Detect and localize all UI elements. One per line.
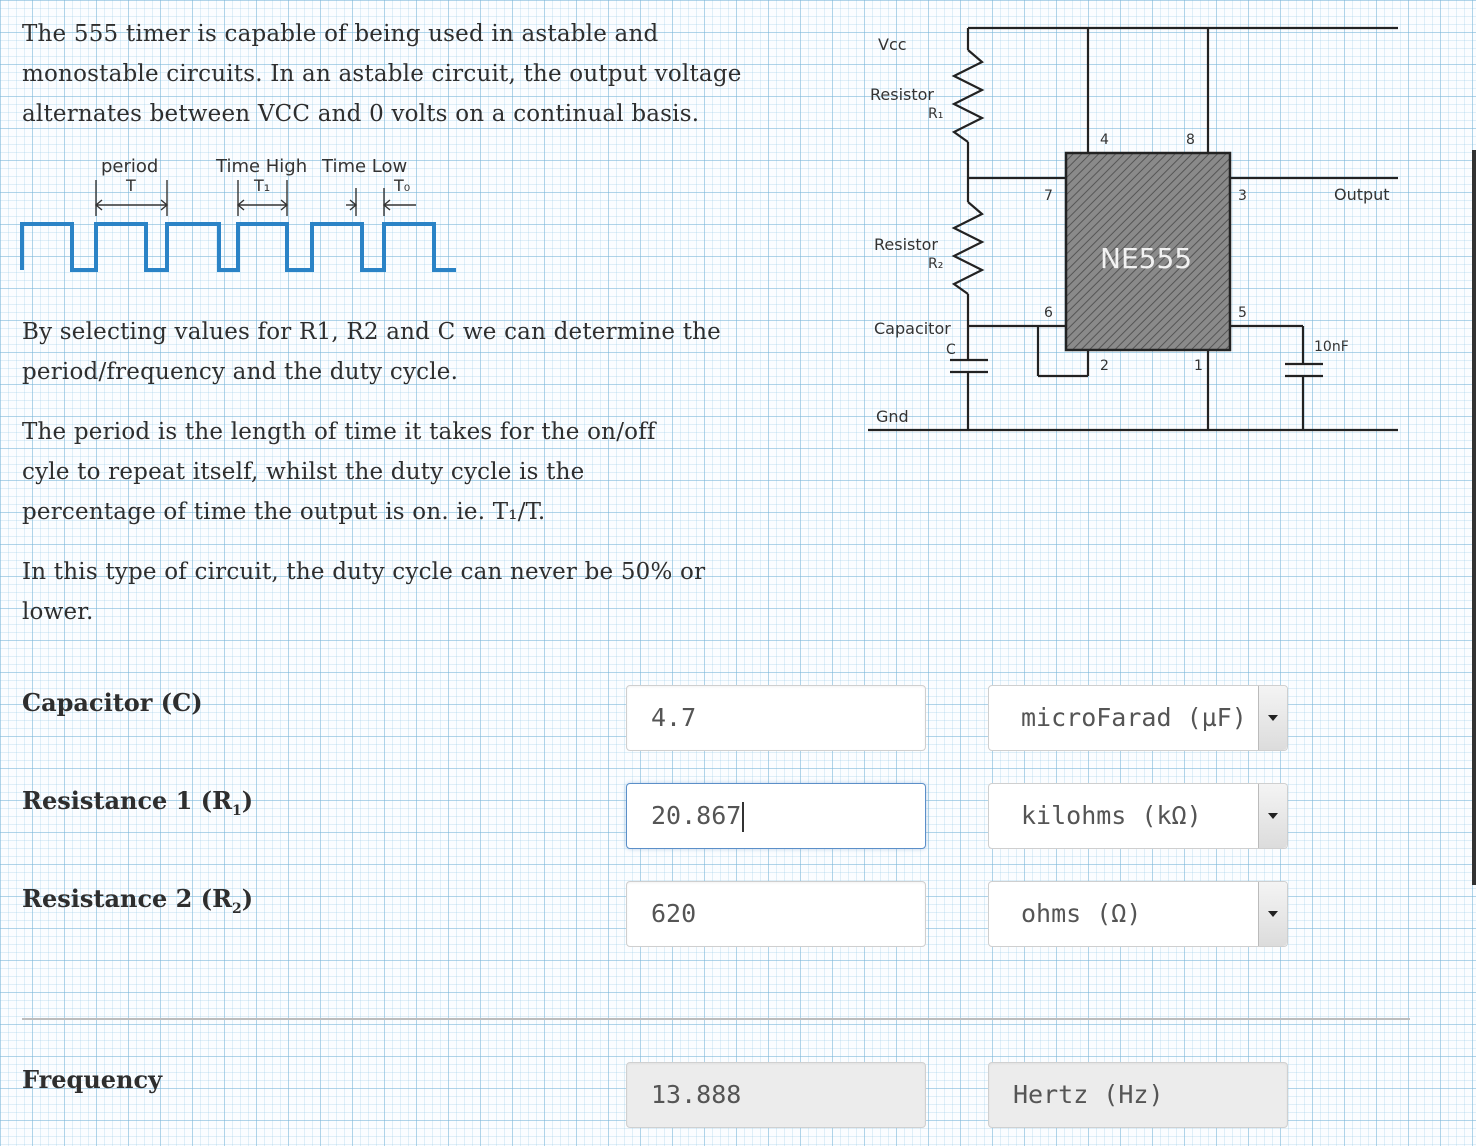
resistance1-label-suffix: ) (241, 786, 254, 815)
square-wave-diagram: period T Time High T₁ Time Low T₀ (20, 156, 456, 272)
gnd-label: Gnd (876, 407, 909, 426)
pin-4-label: 4 (1100, 132, 1109, 148)
selection-line-2: period/frequency and the duty cycle. (22, 359, 459, 385)
resistance1-unit-select[interactable]: kilohms (kΩ) (988, 783, 1288, 849)
capacitor-value: 4.7 (651, 703, 697, 732)
time-low-label: Time Low (321, 156, 407, 177)
square-wave (20, 222, 456, 272)
resistor2-symbol (951, 201, 985, 295)
pin-1-label: 1 (1194, 358, 1203, 374)
time-low-symbol: T₀ (393, 176, 410, 195)
resistance1-label: Resistance 1 (R1) (22, 786, 253, 819)
time-high-symbol: T₁ (253, 176, 270, 195)
capacitor-input[interactable]: 4.7 (626, 685, 926, 751)
capacitor-unit-value: microFarad (µF) (1021, 703, 1247, 732)
frequency-output: 13.888 (626, 1062, 926, 1128)
selection-line-1: By selecting values for R1, R2 and C we … (22, 319, 721, 345)
section-divider (22, 1018, 1410, 1020)
duty-line-2: lower. (22, 599, 94, 625)
period-line-2: cyle to repeat itself, whilst the duty c… (22, 459, 585, 485)
resistance2-label-suffix: ) (241, 884, 254, 913)
capacitor-symbol-label: C (946, 342, 956, 358)
selection-paragraph: By selecting values for R1, R2 and C we … (22, 312, 812, 392)
capacitor-label: Capacitor (C) (22, 688, 203, 717)
pin-3-label: 3 (1238, 188, 1247, 204)
pin-6-label: 6 (1044, 305, 1053, 321)
resistance2-label: Resistance 2 (R2) (22, 884, 253, 917)
resistance2-unit-select[interactable]: ohms (Ω) (988, 881, 1288, 947)
intro-paragraph: The 555 timer is capable of being used i… (22, 14, 812, 134)
resistor1-label: Resistor (870, 85, 934, 104)
chevron-down-icon[interactable] (1258, 882, 1287, 946)
resistor1-symbol (951, 49, 985, 143)
duty-paragraph: In this type of circuit, the duty cycle … (22, 552, 812, 632)
resistance1-input[interactable]: 20.867 (626, 783, 926, 849)
vcc-label: Vcc (878, 35, 907, 54)
period-line-3: percentage of time the output is on. ie.… (22, 499, 546, 525)
period-symbol: T (125, 176, 136, 195)
frequency-value: 13.888 (651, 1080, 742, 1109)
period-label: period (101, 156, 158, 177)
resistance1-unit-value: kilohms (kΩ) (1021, 801, 1202, 830)
resistor2-symbol-label: R₂ (928, 256, 943, 272)
resistance1-value: 20.867 (651, 801, 742, 830)
period-line-1: The period is the length of time it take… (22, 419, 656, 445)
resistance1-label-sub: 1 (232, 802, 242, 819)
frequency-label: Frequency (22, 1065, 163, 1094)
resistor2-label: Resistor (874, 235, 938, 254)
time-high-label: Time High (215, 156, 307, 177)
capacitor-unit-select[interactable]: microFarad (µF) (988, 685, 1288, 751)
chevron-down-icon[interactable] (1258, 686, 1287, 750)
chip-label: NE555 (1100, 242, 1192, 275)
resistance2-label-sub: 2 (232, 900, 242, 917)
pin-5-label: 5 (1238, 305, 1247, 321)
resistance1-label-prefix: Resistance 1 (R (22, 786, 233, 815)
duty-line-1: In this type of circuit, the duty cycle … (22, 559, 706, 585)
intro-line-1: The 555 timer is capable of being used i… (22, 21, 659, 47)
output-label: Output (1334, 185, 1390, 204)
pin-8-label: 8 (1186, 132, 1195, 148)
resistor1-symbol-label: R₁ (928, 106, 943, 122)
frequency-unit-value: Hertz (Hz) (1013, 1080, 1164, 1109)
period-paragraph: The period is the length of time it take… (22, 412, 812, 532)
intro-line-3: alternates between VCC and 0 volts on a … (22, 101, 700, 127)
text-caret (742, 802, 745, 832)
capacitor-label: Capacitor (874, 319, 951, 338)
resistance2-label-prefix: Resistance 2 (R (22, 884, 233, 913)
circuit-diagram: NE555 Vcc Resistor R₁ Resistor R₂ Capaci… (868, 26, 1398, 432)
intro-line-2: monostable circuits. In an astable circu… (22, 61, 742, 87)
resistance2-input[interactable]: 620 (626, 881, 926, 947)
pin-7-label: 7 (1044, 188, 1053, 204)
cap-value-label: 10nF (1314, 339, 1349, 355)
resistance2-unit-value: ohms (Ω) (1021, 899, 1142, 928)
resistance2-value: 620 (651, 899, 697, 928)
pin-2-label: 2 (1100, 358, 1109, 374)
frequency-unit: Hertz (Hz) (988, 1062, 1288, 1128)
chevron-down-icon[interactable] (1258, 784, 1287, 848)
scrollbar[interactable] (1472, 150, 1476, 885)
